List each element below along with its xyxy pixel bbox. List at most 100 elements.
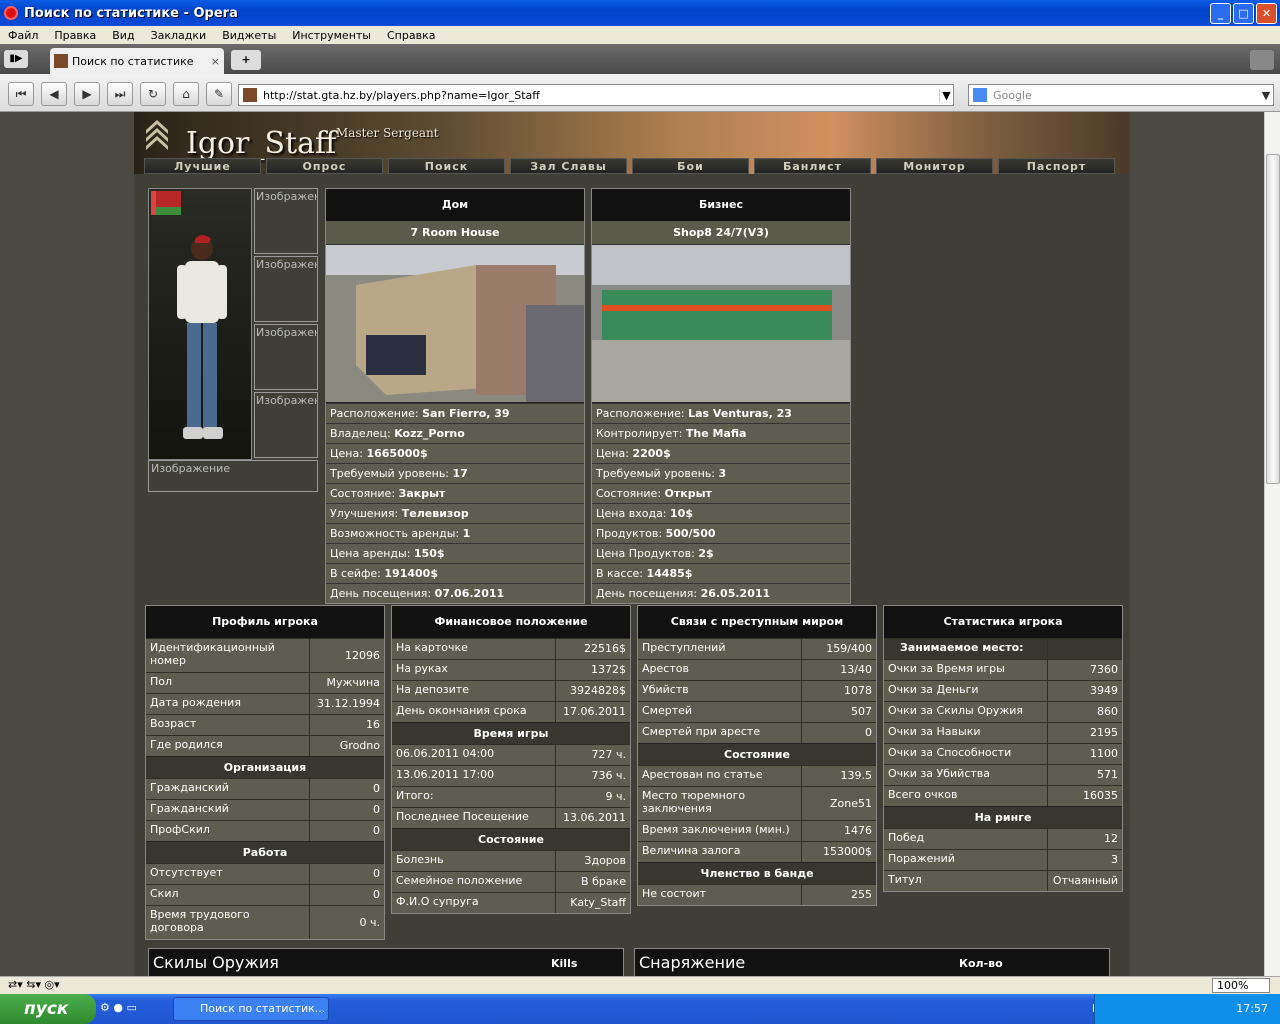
vertical-scrollbar[interactable] bbox=[1264, 112, 1280, 976]
fast-forward-button[interactable]: ⏭ bbox=[107, 82, 133, 106]
table-row: На руках 1372$ bbox=[392, 659, 630, 680]
house-row: Цена аренды: 150$ bbox=[326, 543, 584, 563]
table-row: Арестован по статье 139.5 bbox=[638, 765, 876, 786]
business-header: Бизнес bbox=[592, 189, 850, 221]
table-row: Время трудового договора 0 ч. bbox=[146, 905, 384, 939]
house-row: Владелец: Kozz_Porno bbox=[326, 423, 584, 443]
nav-poll[interactable]: Опрос bbox=[266, 158, 383, 174]
search-dropdown-icon[interactable]: ▼ bbox=[1259, 89, 1273, 102]
menu-view[interactable]: Вид bbox=[104, 29, 142, 42]
home-button[interactable]: ⌂ bbox=[173, 82, 199, 106]
reload-button[interactable]: ↻ bbox=[140, 82, 166, 106]
section-title: На ринге bbox=[884, 806, 1122, 828]
nav-hall-of-fame[interactable]: Зал Славы bbox=[510, 158, 627, 174]
nav-banlist[interactable]: Банлист bbox=[754, 158, 871, 174]
tab-close-icon[interactable]: × bbox=[211, 55, 220, 68]
rewind-button[interactable]: ⏮ bbox=[8, 82, 34, 106]
business-row: Требуемый уровень: 3 bbox=[592, 463, 850, 483]
table-row: Занимаемое место: bbox=[884, 638, 1122, 659]
table-row: Дата рождения 31.12.1994 bbox=[146, 693, 384, 714]
section-title: Членство в банде bbox=[638, 862, 876, 884]
table-row: Болезнь Здоров bbox=[392, 850, 630, 871]
minimize-button[interactable]: _ bbox=[1210, 3, 1231, 24]
house-row: День посещения: 07.06.2011 bbox=[326, 583, 584, 603]
crime-header: Связи с преступным миром bbox=[638, 606, 876, 638]
table-row: Пол Мужчина bbox=[146, 672, 384, 693]
taskbar-opera-window[interactable]: Поиск по статистик... bbox=[173, 997, 329, 1021]
business-panel: Бизнес Shop8 24/7(V3) Расположение: Las … bbox=[591, 188, 851, 604]
menu-file[interactable]: Файл bbox=[0, 29, 46, 42]
table-row: Отсутствует 0 bbox=[146, 863, 384, 884]
status-bar: ⇄▾ ⇆▾ ◎▾ 100% bbox=[0, 976, 1280, 994]
section-title: Состояние bbox=[392, 828, 630, 850]
weapon-skills-panel: Скилы Оружия Kills bbox=[148, 948, 624, 976]
table-row: Очки за Навыки 2195 bbox=[884, 722, 1122, 743]
status-icons[interactable]: ⇄▾ ⇆▾ ◎▾ bbox=[8, 978, 60, 991]
quicklaunch-icons[interactable]: ⚙ ● ▭ bbox=[100, 1001, 137, 1014]
table-row: Гражданский 0 bbox=[146, 778, 384, 799]
nav-best[interactable]: Лучшие bbox=[144, 158, 261, 174]
search-field[interactable]: Google ▼ bbox=[968, 84, 1274, 106]
table-row: Поражений 3 bbox=[884, 849, 1122, 870]
menu-widgets[interactable]: Виджеты bbox=[214, 29, 284, 42]
address-bar[interactable]: http://stat.gta.hz.by/players.php?name=I… bbox=[238, 84, 954, 106]
business-row: В кассе: 14485$ bbox=[592, 563, 850, 583]
table-row: Семейное положение В браке bbox=[392, 871, 630, 892]
scrollbar-thumb[interactable] bbox=[1266, 154, 1280, 484]
address-dropdown-icon[interactable]: ▼ bbox=[939, 88, 953, 102]
table-row: Титул Отчаянный bbox=[884, 870, 1122, 891]
section-title: Организация bbox=[146, 756, 384, 778]
weapon-skills-title: Скилы Оружия bbox=[153, 953, 279, 972]
equipment-title: Снаряжение bbox=[639, 953, 746, 972]
table-row: Очки за Время игры 7360 bbox=[884, 659, 1122, 680]
nav-fights[interactable]: Бои bbox=[632, 158, 749, 174]
image-slot-4: Изображен bbox=[254, 392, 318, 458]
table-row: Где родился Grodno bbox=[146, 735, 384, 756]
business-name: Shop8 24/7(V3) bbox=[592, 221, 850, 245]
menu-edit[interactable]: Правка bbox=[46, 29, 104, 42]
maximize-button[interactable]: □ bbox=[1233, 3, 1254, 24]
forward-button[interactable]: ▶ bbox=[74, 82, 100, 106]
table-row: 06.06.2011 04:00 727 ч. bbox=[392, 744, 630, 765]
table-row: Время заключения (мин.) 1476 bbox=[638, 820, 876, 841]
panel-toggle-button[interactable]: ▮▶ bbox=[4, 50, 28, 68]
house-row: Возможность аренды: 1 bbox=[326, 523, 584, 543]
nav-passport[interactable]: Паспорт bbox=[998, 158, 1115, 174]
table-row: День окончания срока 17.06.2011 bbox=[392, 701, 630, 722]
image-slot-3: Изображен bbox=[254, 324, 318, 390]
google-icon bbox=[973, 88, 987, 102]
business-row: Продуктов: 500/500 bbox=[592, 523, 850, 543]
player-skin-image bbox=[148, 188, 252, 460]
table-row: Очки за Скилы Оружия 860 bbox=[884, 701, 1122, 722]
section-title: Состояние bbox=[638, 743, 876, 765]
address-url: http://stat.gta.hz.by/players.php?name=I… bbox=[263, 88, 540, 102]
finance-table: Финансовое положение На карточке 22516$ Н… bbox=[391, 605, 631, 914]
player-banner: Igor_Staff Master Sergeant Лучшие Опрос … bbox=[134, 112, 1130, 174]
menu-help[interactable]: Справка bbox=[379, 29, 443, 42]
tab-label: Поиск по статистике bbox=[72, 54, 194, 68]
start-button[interactable]: пуск bbox=[0, 994, 96, 1024]
zoom-control[interactable]: 100% bbox=[1212, 978, 1270, 993]
window-title: Поиск по статистике - Opera bbox=[24, 5, 238, 21]
business-image bbox=[592, 245, 850, 403]
profile-header: Профиль игрока bbox=[146, 606, 384, 638]
kills-header: Kills bbox=[551, 957, 578, 970]
wand-button[interactable]: ✎ bbox=[206, 82, 232, 106]
menu-tools[interactable]: Инструменты bbox=[284, 29, 379, 42]
crime-table: Связи с преступным миром Преступлений 159… bbox=[637, 605, 877, 906]
tab-active[interactable]: Поиск по статистике × bbox=[50, 48, 224, 74]
back-button[interactable]: ◀ bbox=[41, 82, 67, 106]
close-button[interactable]: ✕ bbox=[1256, 3, 1277, 24]
search-placeholder: Google bbox=[993, 88, 1032, 102]
equipment-panel: Снаряжение Кол-во bbox=[634, 948, 1110, 976]
count-header: Кол-во bbox=[959, 957, 1003, 970]
new-tab-button[interactable]: + bbox=[231, 50, 261, 70]
nav-search[interactable]: Поиск bbox=[388, 158, 505, 174]
menu-bookmarks[interactable]: Закладки bbox=[143, 29, 215, 42]
belarus-flag-icon bbox=[151, 191, 181, 215]
house-image bbox=[326, 245, 584, 403]
stats-header: Статистика игрока bbox=[884, 606, 1122, 638]
closed-tabs-trash-icon[interactable] bbox=[1250, 50, 1274, 70]
site-nav: Лучшие Опрос Поиск Зал Славы Бои Банлист… bbox=[144, 158, 1115, 174]
nav-monitor[interactable]: Монитор bbox=[876, 158, 993, 174]
